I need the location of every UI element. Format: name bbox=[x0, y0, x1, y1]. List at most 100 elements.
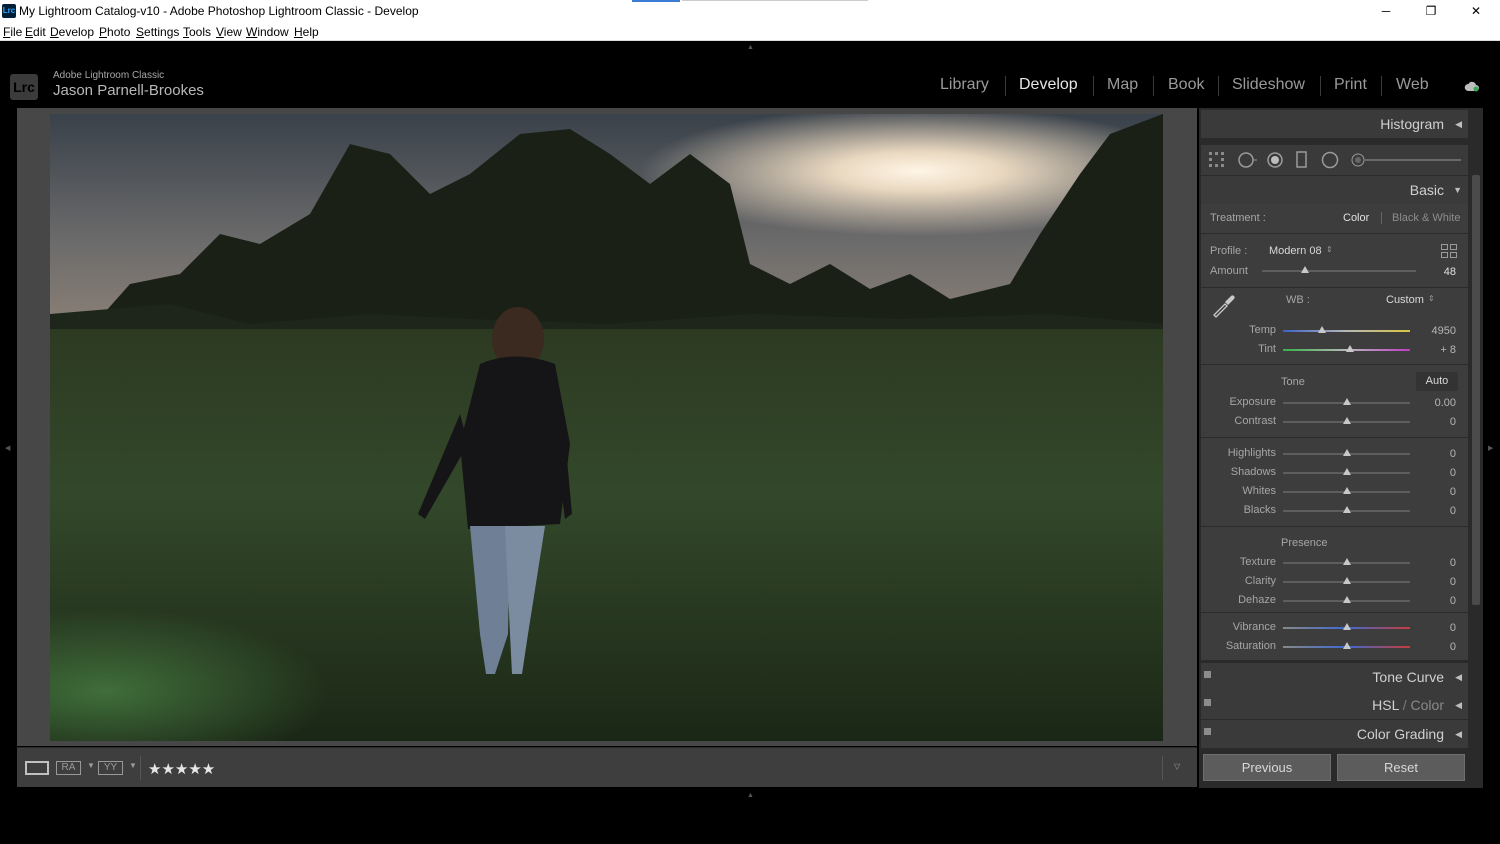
section-divider bbox=[1201, 437, 1468, 438]
profile-browser-icon[interactable] bbox=[1441, 244, 1457, 258]
hsl-tab[interactable]: HSL bbox=[1372, 697, 1399, 713]
temp-value[interactable]: 4950 bbox=[1416, 325, 1456, 337]
maximize-button[interactable]: ❐ bbox=[1408, 1, 1454, 21]
toolbar-content-dropdown-icon[interactable]: ▽ bbox=[1174, 762, 1180, 771]
blacks-value[interactable]: 0 bbox=[1416, 505, 1456, 517]
panel-switch-icon[interactable] bbox=[1204, 671, 1211, 678]
radial-filter-icon[interactable] bbox=[1321, 151, 1339, 169]
menu-view[interactable]: View bbox=[216, 25, 242, 39]
wb-dropdown-arrow-icon[interactable]: ⇕ bbox=[1428, 294, 1435, 303]
loupe-view-icon[interactable] bbox=[25, 761, 49, 775]
before-after-dropdown-icon[interactable]: ▼ bbox=[87, 761, 95, 770]
module-separator bbox=[1005, 76, 1006, 96]
close-button[interactable]: ✕ bbox=[1453, 1, 1499, 21]
wb-label: WB : bbox=[1286, 294, 1310, 306]
saturation-value[interactable]: 0 bbox=[1416, 641, 1456, 653]
module-map[interactable]: Map bbox=[1107, 76, 1138, 94]
whites-slider-thumb[interactable] bbox=[1342, 487, 1351, 494]
panel-switch-icon[interactable] bbox=[1204, 699, 1211, 706]
right-panel-collapse-icon[interactable]: ▶ bbox=[1488, 444, 1493, 452]
module-library[interactable]: Library bbox=[940, 76, 989, 94]
texture-value[interactable]: 0 bbox=[1416, 557, 1456, 569]
module-slideshow[interactable]: Slideshow bbox=[1232, 76, 1305, 94]
contrast-slider-thumb[interactable] bbox=[1342, 417, 1351, 424]
color-tab[interactable]: Color bbox=[1411, 697, 1444, 713]
treatment-bw-option[interactable]: Black & White bbox=[1392, 212, 1460, 224]
tint-value[interactable]: + 8 bbox=[1416, 344, 1456, 356]
left-panel-collapse-icon[interactable]: ◀ bbox=[5, 444, 10, 452]
crop-grid-icon[interactable] bbox=[1209, 152, 1227, 168]
color-grading-panel-header[interactable]: Color Grading ◀ bbox=[1201, 720, 1468, 748]
module-print[interactable]: Print bbox=[1334, 76, 1367, 94]
hsl-color-panel-header[interactable]: HSL / Color ◀ bbox=[1201, 691, 1468, 719]
whites-value[interactable]: 0 bbox=[1416, 486, 1456, 498]
red-eye-icon[interactable] bbox=[1266, 151, 1284, 169]
previous-button[interactable]: Previous bbox=[1203, 754, 1331, 781]
before-after-view-icon[interactable]: RA bbox=[56, 761, 81, 775]
dehaze-slider-thumb[interactable] bbox=[1342, 596, 1351, 603]
profile-dropdown[interactable]: Modern 08 bbox=[1269, 245, 1322, 257]
menu-develop[interactable]: Develop bbox=[50, 25, 94, 39]
reset-button[interactable]: Reset bbox=[1337, 754, 1465, 781]
amount-slider-thumb[interactable] bbox=[1301, 266, 1310, 273]
vibrance-slider-thumb[interactable] bbox=[1342, 623, 1351, 630]
spot-removal-icon[interactable] bbox=[1237, 151, 1257, 169]
rating-stars[interactable]: ★★★★★ bbox=[148, 760, 215, 778]
amount-slider-track[interactable] bbox=[1262, 270, 1416, 272]
vibrance-value[interactable]: 0 bbox=[1416, 622, 1456, 634]
dehaze-value[interactable]: 0 bbox=[1416, 595, 1456, 607]
exposure-value[interactable]: 0.00 bbox=[1416, 397, 1456, 409]
module-book[interactable]: Book bbox=[1168, 76, 1204, 94]
exposure-slider-thumb[interactable] bbox=[1342, 398, 1351, 405]
temp-slider-thumb[interactable] bbox=[1318, 326, 1327, 333]
section-divider bbox=[1201, 526, 1468, 527]
photo-preview[interactable] bbox=[50, 114, 1163, 741]
amount-value[interactable]: 48 bbox=[1416, 266, 1456, 278]
blacks-slider-thumb[interactable] bbox=[1342, 506, 1351, 513]
clarity-slider-thumb[interactable] bbox=[1342, 577, 1351, 584]
tint-slider-thumb[interactable] bbox=[1346, 345, 1355, 352]
filmstrip-collapse-icon[interactable]: ▲ bbox=[747, 792, 754, 799]
section-divider bbox=[1201, 287, 1468, 288]
module-web[interactable]: Web bbox=[1396, 76, 1429, 94]
clarity-value[interactable]: 0 bbox=[1416, 576, 1456, 588]
masking-icon[interactable] bbox=[1296, 151, 1308, 169]
histogram-panel-header[interactable]: Histogram ◀ bbox=[1201, 110, 1468, 138]
menu-window[interactable]: Window bbox=[246, 25, 289, 39]
survey-view-icon[interactable]: YY bbox=[98, 761, 123, 775]
menu-help[interactable]: Help bbox=[294, 25, 319, 39]
panel-scrollbar[interactable] bbox=[1472, 175, 1480, 605]
module-separator bbox=[1381, 76, 1382, 96]
basic-panel-header[interactable]: Basic ▼ bbox=[1201, 176, 1468, 204]
shadows-slider-thumb[interactable] bbox=[1342, 468, 1351, 475]
profile-dropdown-arrow-icon[interactable]: ⇕ bbox=[1326, 245, 1333, 254]
highlights-value[interactable]: 0 bbox=[1416, 448, 1456, 460]
shadows-label: Shadows bbox=[1230, 466, 1276, 478]
highlights-slider-thumb[interactable] bbox=[1342, 449, 1351, 456]
shadows-value[interactable]: 0 bbox=[1416, 467, 1456, 479]
survey-dropdown-icon[interactable]: ▼ bbox=[129, 761, 137, 770]
menu-edit[interactable]: Edit bbox=[25, 25, 46, 39]
minimize-button[interactable]: ─ bbox=[1363, 1, 1409, 21]
top-panel-collapse-icon[interactable]: ▲ bbox=[747, 44, 754, 51]
menu-tools[interactable]: Tools bbox=[183, 25, 211, 39]
cloud-sync-icon[interactable] bbox=[1464, 80, 1480, 92]
expand-triangle-icon: ◀ bbox=[1455, 119, 1462, 129]
contrast-value[interactable]: 0 bbox=[1416, 416, 1456, 428]
adjustment-brush-icon[interactable] bbox=[1351, 152, 1463, 168]
panel-switch-icon[interactable] bbox=[1204, 728, 1211, 735]
wb-dropdown[interactable]: Custom bbox=[1386, 294, 1424, 306]
texture-slider-thumb[interactable] bbox=[1342, 558, 1351, 565]
auto-tone-button[interactable]: Auto bbox=[1416, 372, 1458, 391]
menu-settings[interactable]: Settings bbox=[136, 25, 179, 39]
treatment-color-option[interactable]: Color bbox=[1343, 212, 1369, 224]
clarity-label: Clarity bbox=[1244, 575, 1276, 587]
white-balance-eyedropper-icon[interactable] bbox=[1211, 292, 1237, 318]
module-develop[interactable]: Develop bbox=[1019, 76, 1078, 94]
temp-slider-track[interactable] bbox=[1283, 330, 1410, 332]
tone-curve-panel-header[interactable]: Tone Curve ◀ bbox=[1201, 663, 1468, 691]
expand-triangle-icon: ◀ bbox=[1455, 729, 1462, 739]
menu-file[interactable]: File bbox=[3, 25, 22, 39]
menu-photo[interactable]: Photo bbox=[99, 25, 130, 39]
saturation-slider-thumb[interactable] bbox=[1342, 642, 1351, 649]
